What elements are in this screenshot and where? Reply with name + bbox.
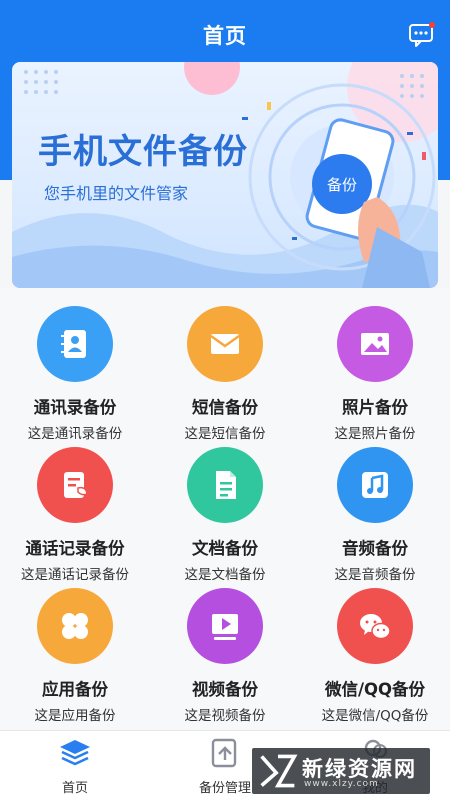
grid-item-video[interactable]: 视频备份 这是视频备份 xyxy=(150,586,300,727)
grid-item-wechat-qq[interactable]: 微信/QQ备份 这是微信/QQ备份 xyxy=(300,586,450,727)
item-desc: 这是通讯录备份 xyxy=(27,426,123,442)
document-icon xyxy=(187,447,263,523)
item-title: 通话记录备份 xyxy=(25,539,125,558)
wechat-icon xyxy=(337,588,413,664)
grid-item-documents[interactable]: 文档备份 这是文档备份 xyxy=(150,445,300,586)
item-desc: 这是短信备份 xyxy=(184,426,266,442)
item-desc: 这是视频备份 xyxy=(184,708,266,724)
item-title: 照片备份 xyxy=(342,398,408,417)
watermark-logo-icon xyxy=(260,754,298,788)
item-desc: 这是音频备份 xyxy=(334,567,416,583)
item-title: 应用备份 xyxy=(42,680,108,699)
call-log-icon xyxy=(37,447,113,523)
tab-home-label: 首页 xyxy=(61,781,88,796)
watermark: 新绿资源网 www.xlzy.com xyxy=(252,748,430,794)
phone-label: 备份 xyxy=(327,176,357,194)
backup-grid-area: 通讯录备份 这是通讯录备份 短信备份 这是短信备份 照片备份 这是照片备份 通话… xyxy=(0,288,450,730)
item-title: 短信备份 xyxy=(192,398,258,417)
grid-item-photos[interactable]: 照片备份 这是照片备份 xyxy=(300,304,450,445)
item-desc: 这是微信/QQ备份 xyxy=(321,708,429,724)
backup-grid: 通讯录备份 这是通讯录备份 短信备份 这是短信备份 照片备份 这是照片备份 通话… xyxy=(0,304,450,727)
item-desc: 这是应用备份 xyxy=(34,708,116,724)
grid-item-audio[interactable]: 音频备份 这是音频备份 xyxy=(300,445,450,586)
grid-item-apps[interactable]: 应用备份 这是应用备份 xyxy=(0,586,150,727)
item-title: 微信/QQ备份 xyxy=(324,680,426,699)
grid-item-contacts[interactable]: 通讯录备份 这是通讯录备份 xyxy=(0,304,150,445)
promo-banner[interactable]: 备份 手机文件备份 您手机里的文件管家 xyxy=(12,62,438,288)
page-title: 首页 xyxy=(203,24,247,48)
banner-title: 手机文件备份 xyxy=(38,132,248,172)
item-desc: 这是照片备份 xyxy=(334,426,416,442)
item-title: 文档备份 xyxy=(192,539,258,558)
backup-manage-icon xyxy=(211,738,237,768)
message-button[interactable] xyxy=(408,22,436,48)
layers-icon xyxy=(60,740,90,766)
message-icon xyxy=(409,22,435,47)
mail-icon xyxy=(187,306,263,382)
item-title: 音频备份 xyxy=(342,539,408,558)
item-desc: 这是文档备份 xyxy=(184,567,266,583)
video-icon xyxy=(187,588,263,664)
banner-art: 备份 xyxy=(12,62,438,288)
tab-home[interactable]: 首页 xyxy=(25,731,125,801)
item-title: 通讯录备份 xyxy=(33,398,117,417)
music-icon xyxy=(337,447,413,523)
item-title: 视频备份 xyxy=(192,680,258,699)
item-desc: 这是通话记录备份 xyxy=(21,567,129,583)
grid-item-call-log[interactable]: 通话记录备份 这是通话记录备份 xyxy=(0,445,150,586)
banner-subtitle: 您手机里的文件管家 xyxy=(44,184,189,203)
photo-icon xyxy=(337,306,413,382)
watermark-url: www.xlzy.com xyxy=(304,779,379,789)
contacts-icon xyxy=(37,306,113,382)
grid-item-sms[interactable]: 短信备份 这是短信备份 xyxy=(150,304,300,445)
apps-icon xyxy=(37,588,113,664)
